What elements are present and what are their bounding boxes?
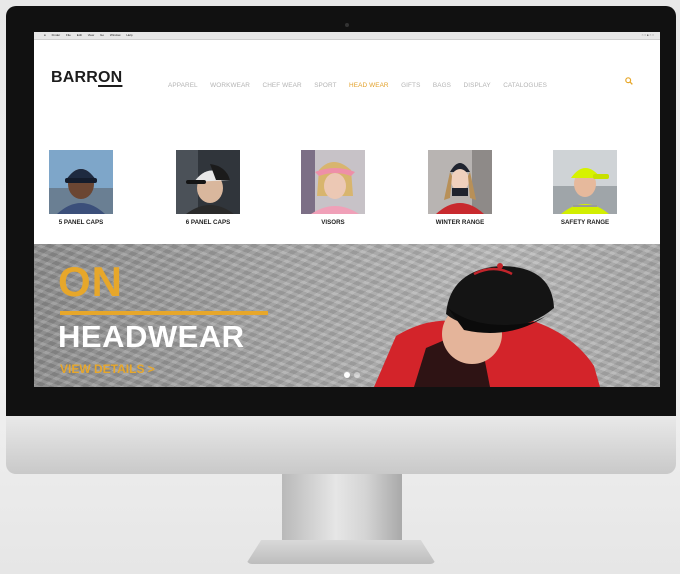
category-image[interactable] bbox=[428, 150, 492, 214]
nav-item-apparel[interactable]: APPAREL bbox=[168, 82, 198, 89]
nav-item-workwear[interactable]: WORKWEAR bbox=[210, 82, 250, 89]
category-visors[interactable]: VISORS bbox=[300, 150, 366, 226]
category-row: 5 PANEL CAPS 6 PANEL CAPS VISORS WINTER … bbox=[34, 150, 660, 232]
hero-divider bbox=[60, 311, 268, 315]
status-icons[interactable]: ○ ○ ● ○ ○ bbox=[642, 33, 654, 37]
monitor-stand-foot bbox=[246, 540, 436, 564]
hero-banner[interactable]: ON HEADWEAR VIEW DETAILS > bbox=[34, 244, 660, 387]
cap-photo bbox=[176, 150, 240, 214]
category-safety-range[interactable]: SAFETY RANGE bbox=[552, 150, 618, 226]
category-5-panel-caps[interactable]: 5 PANEL CAPS bbox=[48, 150, 114, 226]
os-status-area: ○ ○ ● ○ ○ bbox=[642, 32, 654, 39]
category-label: 5 PANEL CAPS bbox=[58, 219, 104, 226]
nav-item-chef-wear[interactable]: CHEF WEAR bbox=[262, 82, 301, 89]
os-menu-item[interactable]: Go bbox=[100, 33, 104, 37]
os-menu-items: ● Finder File Edit View Go Window Help bbox=[44, 32, 138, 39]
main-nav: APPAREL WORKWEAR CHEF WEAR SPORT HEAD WE… bbox=[168, 74, 555, 92]
logo-text-part1: BARR bbox=[51, 69, 99, 86]
os-menu-item[interactable]: Help bbox=[126, 33, 132, 37]
category-label: WINTER RANGE bbox=[435, 219, 485, 226]
apple-icon[interactable]: ● bbox=[44, 33, 46, 37]
nav-item-head-wear[interactable]: HEAD WEAR bbox=[349, 82, 389, 89]
nav-item-gifts[interactable]: GIFTS bbox=[401, 82, 420, 89]
category-image[interactable] bbox=[176, 150, 240, 214]
screen: ● Finder File Edit View Go Window Help ○… bbox=[34, 32, 660, 387]
nav-item-catalogues[interactable]: CATALOGUES bbox=[503, 82, 547, 89]
category-image[interactable] bbox=[553, 150, 617, 214]
nav-item-bags[interactable]: BAGS bbox=[433, 82, 451, 89]
cap-photo bbox=[49, 150, 113, 214]
category-winter-range[interactable]: WINTER RANGE bbox=[427, 150, 493, 226]
hero-heading-line2: HEADWEAR bbox=[58, 319, 245, 354]
category-image[interactable] bbox=[49, 150, 113, 214]
nav-item-display[interactable]: DISPLAY bbox=[464, 82, 491, 89]
category-6-panel-caps[interactable]: 6 PANEL CAPS bbox=[175, 150, 241, 226]
carousel-dot-1[interactable] bbox=[344, 372, 350, 378]
site-header: BARRON APPAREL WORKWEAR CHEF WEAR SPORT … bbox=[34, 40, 660, 110]
visor-photo bbox=[301, 150, 365, 214]
os-menubar: ● Finder File Edit View Go Window Help ○… bbox=[34, 32, 660, 40]
category-label: VISORS bbox=[321, 219, 345, 226]
search-icon[interactable] bbox=[625, 77, 633, 85]
safety-photo bbox=[553, 150, 617, 214]
os-menu-item[interactable]: Finder bbox=[52, 33, 61, 37]
monitor-chin bbox=[6, 416, 676, 474]
brand-logo[interactable]: BARRON bbox=[51, 69, 122, 87]
camera-dot bbox=[345, 23, 349, 27]
os-menu-item[interactable]: Edit bbox=[77, 33, 82, 37]
os-menu-item[interactable]: File bbox=[66, 33, 71, 37]
hero-heading-line1: ON bbox=[58, 258, 123, 305]
category-label: 6 PANEL CAPS bbox=[185, 219, 231, 226]
winter-photo bbox=[428, 150, 492, 214]
category-label: SAFETY RANGE bbox=[560, 219, 610, 226]
monitor-stand-neck bbox=[282, 474, 402, 548]
logo-text-part2: ON bbox=[98, 69, 123, 86]
view-details-link[interactable]: VIEW DETAILS > bbox=[60, 362, 155, 376]
nav-item-sport[interactable]: SPORT bbox=[314, 82, 336, 89]
category-image[interactable] bbox=[301, 150, 365, 214]
os-menu-item[interactable]: View bbox=[88, 33, 94, 37]
carousel-dot-2[interactable] bbox=[354, 372, 360, 378]
os-menu-item[interactable]: Window bbox=[110, 33, 121, 37]
